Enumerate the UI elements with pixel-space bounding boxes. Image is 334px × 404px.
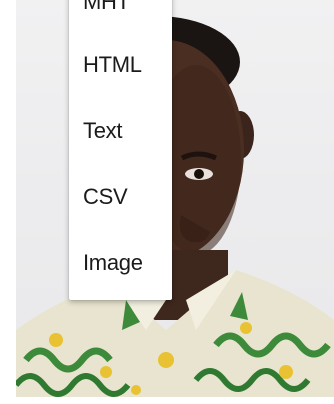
export-format-menu: MHT HTML Text CSV Image [69, 0, 172, 300]
portrait-illustration [16, 16, 334, 397]
menu-item-text[interactable]: Text [69, 98, 172, 164]
profile-photo [16, 0, 334, 397]
menu-item-html[interactable]: HTML [69, 32, 172, 98]
menu-item-image[interactable]: Image [69, 230, 172, 296]
menu-item-csv[interactable]: CSV [69, 164, 172, 230]
menu-item-mht[interactable]: MHT [69, 0, 172, 32]
screen: MHT HTML Text CSV Image [0, 0, 334, 404]
